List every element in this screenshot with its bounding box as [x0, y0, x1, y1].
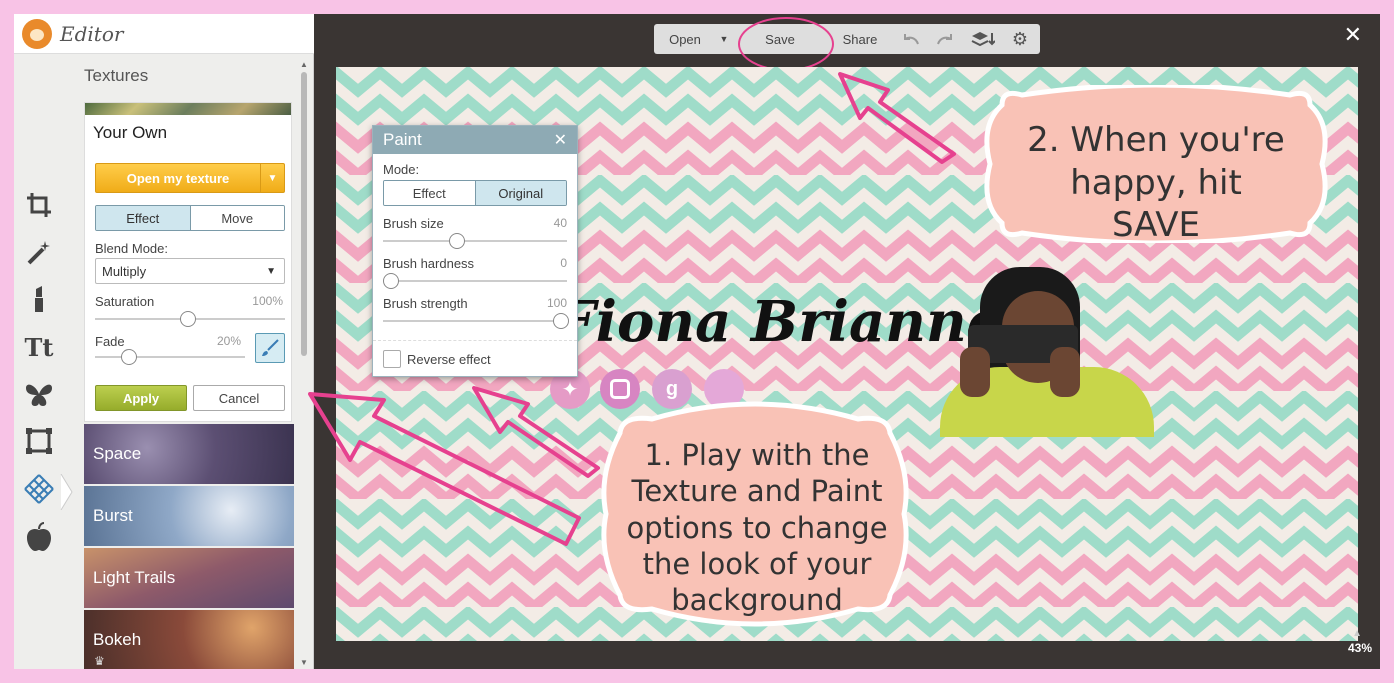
- annotation-arrows: [308, 72, 956, 546]
- arrow-to-texture-panel: [308, 392, 581, 546]
- arrow-to-save: [838, 72, 956, 164]
- arrow-to-paint-panel: [472, 386, 600, 478]
- editor-window: Editor Tt Textures Your Own Open my text…: [14, 14, 1380, 669]
